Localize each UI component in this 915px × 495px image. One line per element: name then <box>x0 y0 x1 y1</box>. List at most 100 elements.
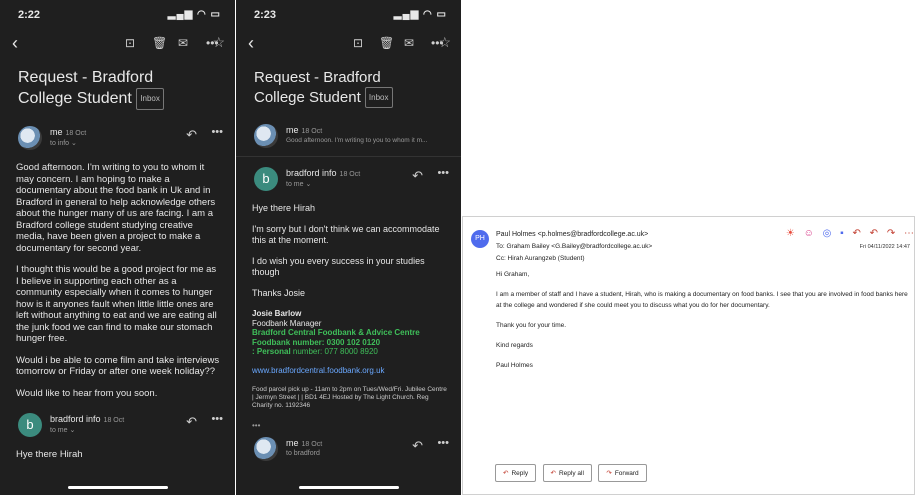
recipient-line[interactable]: to me ⌄ <box>50 426 75 434</box>
onenote-icon[interactable]: ▪ <box>840 228 844 239</box>
more-icon[interactable]: ••• <box>437 167 449 179</box>
reply-all-icon[interactable]: ↶ <box>870 228 878 239</box>
signature-footer: Food parcel pick up - 11am to 2pm on Tue… <box>252 385 447 409</box>
avatar <box>18 126 42 150</box>
foodbank-link[interactable]: www.bradfordcentral.foodbank.org.uk <box>252 365 447 376</box>
message-date: 18 Oct <box>339 171 361 178</box>
archive-icon[interactable]: ⊡ <box>125 36 135 50</box>
phone-screenshot-1: 2:22 ▂▄▆ ◠ ▭ ‹ ⊡ 🗑 ✉ ••• Request - Bradf… <box>0 0 235 495</box>
reply-preview: Hye there Hirah <box>16 449 83 460</box>
sender-name: me <box>50 127 63 137</box>
email-toolbar: ‹ ⊡ 🗑 ✉ ••• <box>236 30 461 58</box>
divider <box>236 156 461 157</box>
back-arrow-icon[interactable]: ‹ <box>248 33 254 54</box>
signature-title: Foodbank Manager <box>252 318 322 328</box>
message-header[interactable]: b bradford info 18 Oct to me ⌄ ↶ ••• <box>236 163 461 203</box>
archive-icon[interactable]: ⊡ <box>353 36 363 50</box>
reply-icon[interactable]: ↶ <box>412 438 423 454</box>
more-icon[interactable]: ••• <box>211 413 223 425</box>
message-body: Hye there Hirah I'm sorry but I don't th… <box>236 203 461 431</box>
status-time: 2:22 <box>18 9 41 21</box>
more-icon[interactable]: ••• <box>437 437 449 449</box>
forward-icon[interactable]: ↷ <box>887 228 895 239</box>
body-paragraph: Good afternoon. I'm writing to you to wh… <box>16 162 216 254</box>
email-date: Fri 04/11/2022 14:47 <box>859 244 910 250</box>
signature-personal: number: 077 8000 8920 <box>290 347 378 356</box>
avatar <box>254 124 278 148</box>
sender-name: me <box>286 437 299 448</box>
message-header[interactable]: me 18 Oct to info ⌄ ↶ ••• <box>0 122 235 162</box>
greeting: Hi Graham, <box>496 271 530 278</box>
signal-wifi-battery-icon: ▂▄▆ ◠ ▭ <box>393 9 447 20</box>
more-icon[interactable]: ⋯ <box>904 228 914 239</box>
next-message-header[interactable]: me 18 Oct to bradford ↶ ••• <box>236 433 461 473</box>
message-snippet: Good afternoon. I'm writing to you to wh… <box>286 137 428 144</box>
reply-button[interactable]: ↶ Reply <box>495 464 537 482</box>
body-paragraph: I am a member of staff and I have a stud… <box>496 291 908 309</box>
email-body: Hi Graham, I am a member of staff and I … <box>496 269 911 380</box>
recipient-line[interactable]: to me ⌄ <box>286 180 311 188</box>
sun-icon[interactable]: ☀ <box>786 228 795 239</box>
reply-all-button[interactable]: ↶ Reply all <box>542 464 592 482</box>
back-arrow-icon[interactable]: ‹ <box>12 33 18 54</box>
forward-button[interactable]: ↷ Forward <box>598 464 647 482</box>
recipient-line[interactable]: to info ⌄ <box>50 139 77 147</box>
more-icon[interactable]: ••• <box>211 126 223 138</box>
mail-icon[interactable]: ✉ <box>178 36 188 50</box>
email-to[interactable]: To: Graham Bailey <G.Bailey@bradfordcoll… <box>496 243 652 250</box>
signature-number: Foodbank number: 0300 102 0120 <box>252 337 381 347</box>
message-body: Good afternoon. I'm writing to you to wh… <box>0 162 235 399</box>
phone-screenshot-2: 2:23 ▂▄▆ ◠ ▭ ‹ ⊡ 🗑 ✉ ••• Request - Bradf… <box>236 0 461 495</box>
avatar: b <box>18 413 42 437</box>
delete-icon[interactable]: 🗑 <box>152 36 167 50</box>
email-cc[interactable]: Cc: Hirah Aurangzeb (Student) <box>496 255 585 262</box>
closing: Kind regards <box>496 342 533 349</box>
reply-message-header[interactable]: b bradford info 18 Oct to me ⌄ ↶ ••• <box>0 409 235 449</box>
signature-org: Bradford Central Foodbank & Advice Centr… <box>252 328 420 337</box>
email-from[interactable]: Paul Holmes <p.holmes@bradfordcollege.ac… <box>496 231 648 238</box>
signature-personal-label: : Personal <box>252 347 291 356</box>
collapsed-message[interactable]: me 18 Oct Good afternoon. I'm writing to … <box>236 120 461 156</box>
emoji-icon[interactable]: ☺ <box>804 228 814 239</box>
reply-label: Reply <box>511 470 529 477</box>
delete-icon[interactable]: 🗑 <box>379 36 394 50</box>
action-icons: ☀ ☺ ◎ ▪ ↶ ↶ ↷ ⋯ <box>786 228 914 239</box>
email-toolbar: ‹ ⊡ 🗑 ✉ ••• <box>0 30 235 58</box>
message-date: 18 Oct <box>65 130 87 137</box>
star-icon[interactable]: ☆ <box>438 34 451 51</box>
subject-text: Request - Bradford College Student <box>254 69 381 106</box>
email-subject: Request - Bradford College Student Inbox <box>236 58 461 108</box>
body-paragraph: I do wish you every success in your stud… <box>252 256 425 277</box>
recipient-line[interactable]: to bradford <box>286 450 320 457</box>
sender-signature: Paul Holmes <box>496 362 533 369</box>
inbox-label[interactable]: Inbox <box>136 88 164 110</box>
avatar <box>254 436 278 461</box>
signal-wifi-battery-icon: ▂▄▆ ◠ ▭ <box>167 9 221 20</box>
reply-icon[interactable]: ↶ <box>186 127 197 143</box>
message-date: 18 Oct <box>301 440 323 448</box>
sender-name: me <box>286 125 299 135</box>
sender-name: bradford info <box>50 414 101 424</box>
sign-off: Thanks Josie <box>252 288 306 298</box>
mail-icon[interactable]: ✉ <box>404 36 414 50</box>
reply-all-label: Reply all <box>558 470 584 477</box>
status-bar: 2:22 ▂▄▆ ◠ ▭ <box>0 0 235 30</box>
avatar: PH <box>471 230 489 248</box>
star-icon[interactable]: ☆ <box>212 34 225 51</box>
reply-icon[interactable]: ↶ <box>186 414 197 430</box>
reply-icon[interactable]: ↶ <box>852 228 860 239</box>
reply-icon[interactable]: ↶ <box>412 168 423 184</box>
message-date: 18 Oct <box>103 417 125 424</box>
inbox-label[interactable]: Inbox <box>364 87 393 108</box>
reply-icon: ↶ <box>503 470 509 477</box>
reply-buttons: ↶ Reply ↶ Reply all ↷ Forward <box>495 462 649 482</box>
signature: Josie Barlow Foodbank Manager Bradford C… <box>252 309 447 357</box>
body-paragraph: Would i be able to come film and take in… <box>16 354 220 378</box>
trimmed-content-icon[interactable]: ••• <box>252 420 447 431</box>
desktop-email-screenshot: PH Paul Holmes <p.holmes@bradfordcollege… <box>462 216 915 495</box>
body-paragraph: I'm sorry but I don't think we can accom… <box>252 224 440 245</box>
teams-icon[interactable]: ◎ <box>823 228 832 239</box>
home-indicator <box>298 486 399 489</box>
home-indicator <box>67 486 168 489</box>
forward-icon: ↷ <box>606 470 612 477</box>
